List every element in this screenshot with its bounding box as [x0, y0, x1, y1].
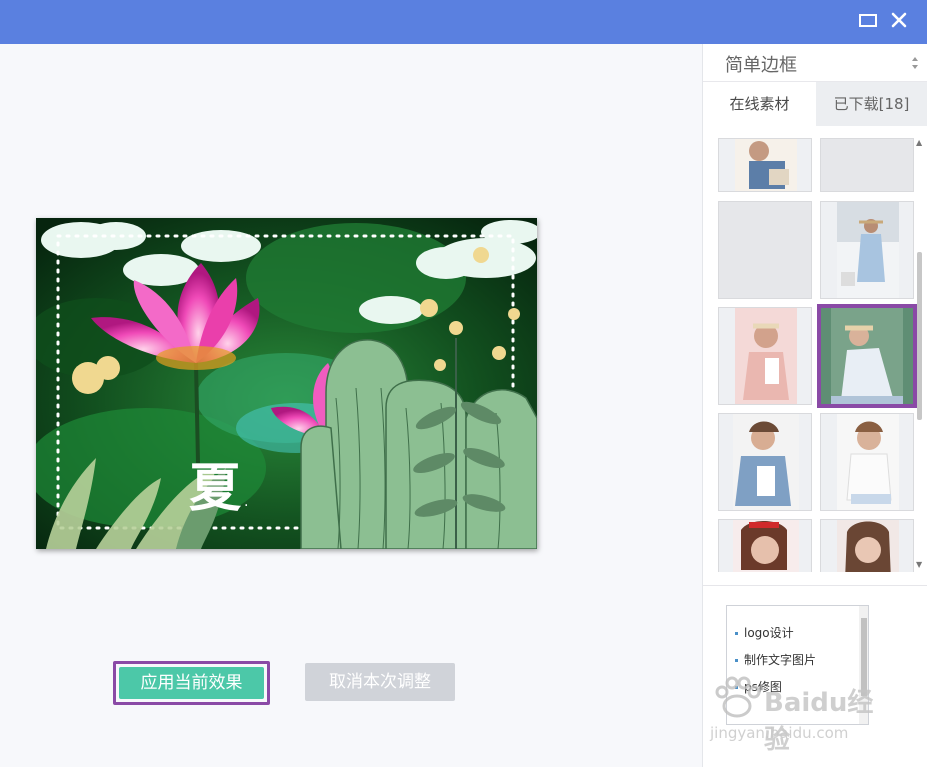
maximize-button[interactable]: [858, 10, 882, 34]
material-thumb[interactable]: [820, 201, 914, 299]
related-link[interactable]: 制作文字图片: [735, 651, 816, 668]
material-thumb[interactable]: [718, 138, 812, 192]
material-thumb[interactable]: [718, 201, 812, 299]
material-thumb[interactable]: [718, 413, 812, 511]
sidebar-divider: [703, 585, 927, 586]
close-icon: [891, 12, 907, 28]
material-thumb[interactable]: [820, 519, 914, 572]
tab-online-materials[interactable]: 在线素材: [703, 82, 816, 126]
tab-downloaded[interactable]: 已下载[18]: [816, 82, 927, 126]
close-button[interactable]: [889, 10, 913, 34]
maximize-icon: [859, 14, 877, 27]
dropdown-label: 简单边框: [725, 55, 797, 76]
links-scrollbar-thumb[interactable]: [861, 618, 867, 696]
scroll-up-icon[interactable]: ▲: [916, 138, 922, 147]
sidebar: 简单边框 在线素材 已下载[18] ▲ ▼ logo设计 制作文字图片 ps修图: [702, 44, 927, 767]
title-bar: [0, 0, 927, 44]
scrollbar-thumb[interactable]: [917, 252, 922, 420]
apply-effect-button[interactable]: 应用当前效果: [113, 661, 270, 705]
apply-effect-label: 应用当前效果: [119, 667, 264, 699]
related-link[interactable]: ps修图: [735, 678, 782, 695]
material-thumb[interactable]: [820, 138, 914, 192]
updown-arrow-icon: [912, 57, 918, 69]
material-thumb-selected[interactable]: [817, 304, 917, 408]
material-thumb[interactable]: [718, 307, 812, 405]
related-links-box: logo设计 制作文字图片 ps修图: [726, 605, 869, 725]
material-thumb[interactable]: [820, 413, 914, 511]
frame-style-dropdown[interactable]: 简单边框: [703, 44, 927, 82]
preview-title-char: 夏: [189, 458, 242, 519]
material-grid: [703, 134, 927, 572]
main-editor: 夏 . 应用当前效果 取消本次调整: [0, 44, 702, 767]
links-scrollbar[interactable]: [859, 606, 868, 724]
related-link[interactable]: logo设计: [735, 624, 794, 641]
preview-image: 夏 .: [36, 218, 537, 549]
material-thumb[interactable]: [718, 519, 812, 572]
svg-text:.: .: [244, 494, 248, 510]
material-tabs: 在线素材 已下载[18]: [703, 82, 927, 126]
scroll-down-icon[interactable]: ▼: [916, 560, 922, 569]
material-scrollbar[interactable]: ▲ ▼: [914, 134, 924, 572]
cancel-adjustment-button[interactable]: 取消本次调整: [305, 663, 455, 701]
